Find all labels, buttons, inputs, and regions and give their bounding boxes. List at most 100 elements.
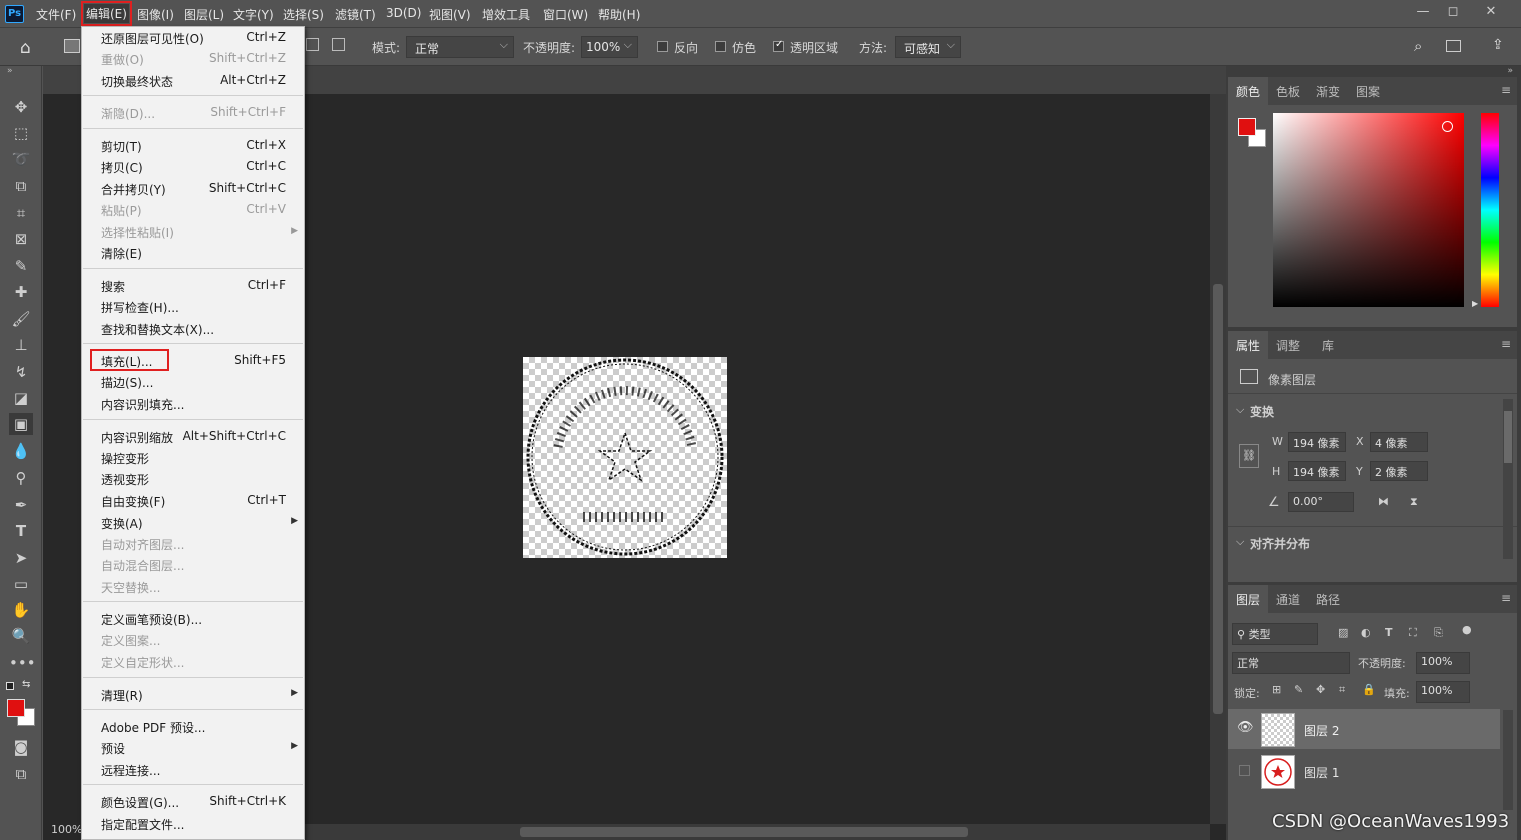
menu-filter[interactable]: 滤镜(T) [335, 6, 376, 23]
menu-item-search[interactable]: 搜索 [101, 278, 125, 295]
menu-item-define-brush[interactable]: 定义画笔预设(B)... [101, 611, 202, 628]
layers-scrollbar[interactable] [1503, 710, 1513, 810]
menu-edit[interactable]: 编辑(E) [81, 1, 132, 26]
menu-item-clear[interactable]: 清除(E) [101, 245, 142, 262]
tab-patterns[interactable]: 图案 [1348, 77, 1388, 105]
menu-item-define-shape[interactable]: 定义自定形状... [101, 654, 184, 671]
filter-adjustment-icon[interactable]: ◐ [1361, 626, 1371, 639]
menu-item-define-pattern[interactable]: 定义图案... [101, 632, 160, 649]
foreground-color-swatch[interactable] [7, 699, 25, 717]
menu-item-undo[interactable]: 还原图层可见性(O) [101, 30, 204, 47]
eye-icon[interactable]: 👁 [1237, 720, 1254, 735]
pen-tool-icon[interactable]: ✒ [9, 494, 33, 516]
object-select-tool-icon[interactable]: ⧉ [9, 175, 33, 197]
zoom-tool-icon[interactable]: 🔍 [9, 625, 33, 647]
menu-item-remote-connections[interactable]: 远程连接... [101, 762, 160, 779]
layer-row[interactable]: 👁 图层 2 [1228, 709, 1500, 749]
close-icon[interactable]: ✕ [1476, 4, 1506, 22]
canvas[interactable] [523, 357, 727, 558]
panel-menu-icon[interactable]: ≡ [1501, 337, 1511, 351]
menu-item-stroke[interactable]: 描边(S)... [101, 374, 153, 391]
y-field[interactable]: 2 像素 [1370, 461, 1428, 481]
menu-item-auto-blend[interactable]: 自动混合图层... [101, 557, 184, 574]
color-picker-handle[interactable] [1442, 121, 1453, 132]
filter-shape-icon[interactable]: ⛶ [1409, 626, 1417, 640]
menu-item-cut[interactable]: 剪切(T) [101, 138, 142, 155]
blur-tool-icon[interactable]: 💧 [9, 440, 33, 462]
workspace-icon[interactable] [1446, 40, 1461, 52]
tab-layers[interactable]: 图层 [1228, 585, 1269, 613]
filter-type-icon[interactable]: T [1385, 626, 1393, 639]
visibility-toggle[interactable] [1239, 765, 1250, 776]
menu-item-free-transform[interactable]: 自由变换(F) [101, 493, 165, 510]
flip-vertical-icon[interactable]: ⧗ [1410, 495, 1418, 509]
collapse-icon[interactable]: » [1507, 66, 1513, 76]
type-tool-icon[interactable]: T [9, 520, 33, 542]
blend-mode-select[interactable]: 正常 [1232, 652, 1350, 674]
foreground-color-chip[interactable] [1238, 118, 1256, 136]
menu-window[interactable]: 窗口(W) [543, 6, 588, 23]
menu-item-perspective-warp[interactable]: 透视变形 [101, 471, 149, 488]
menu-item-assign-profile[interactable]: 指定配置文件... [101, 816, 184, 833]
menu-item-auto-align[interactable]: 自动对齐图层... [101, 536, 184, 553]
minimize-icon[interactable]: — [1408, 4, 1438, 22]
gradient-style-icon[interactable] [332, 38, 345, 51]
layer-name[interactable]: 图层 2 [1304, 722, 1339, 739]
menu-layer[interactable]: 图层(L) [184, 6, 224, 23]
opacity-field[interactable]: 100% [581, 36, 638, 58]
tab-libraries[interactable]: 库 [1314, 331, 1342, 359]
flip-horizontal-icon[interactable]: ⧓ [1378, 495, 1389, 508]
hue-slider-handle[interactable]: ▶ [1472, 299, 1478, 308]
menu-image[interactable]: 图像(I) [137, 6, 174, 23]
panel-menu-icon[interactable]: ≡ [1501, 591, 1511, 605]
quick-mask-icon[interactable]: ◙ [9, 736, 33, 758]
tab-color[interactable]: 颜色 [1228, 77, 1269, 105]
vertical-scroll-thumb[interactable] [1213, 284, 1223, 714]
marquee-tool-icon[interactable]: ⬚ [9, 122, 33, 144]
menu-item-sky-replacement[interactable]: 天空替换... [101, 579, 160, 596]
eyedropper-tool-icon[interactable]: ✎ [9, 255, 33, 277]
history-brush-tool-icon[interactable]: ↯ [9, 361, 33, 383]
menu-item-color-settings[interactable]: 颜色设置(G)... [101, 794, 179, 811]
search-icon[interactable]: ⌕ [1414, 37, 1422, 55]
gradient-tool-icon[interactable]: ▣ [9, 413, 33, 435]
horizontal-scrollbar[interactable] [305, 824, 1210, 840]
tab-paths[interactable]: 路径 [1308, 585, 1348, 613]
horizontal-scroll-thumb[interactable] [520, 827, 968, 837]
menu-type[interactable]: 文字(Y) [233, 6, 274, 23]
saturation-brightness-field[interactable] [1273, 113, 1464, 307]
properties-scroll-thumb[interactable] [1504, 411, 1512, 463]
menu-file[interactable]: 文件(F) [36, 6, 76, 23]
layer-name[interactable]: 图层 1 [1304, 764, 1339, 781]
menu-item-paste[interactable]: 粘贴(P) [101, 202, 142, 219]
x-field[interactable]: 4 像素 [1370, 432, 1428, 452]
menu-item-spell-check[interactable]: 拼写检查(H)... [101, 299, 179, 316]
menu-view[interactable]: 视图(V) [429, 6, 471, 23]
menu-item-toggle-last-state[interactable]: 切换最终状态 [101, 73, 173, 90]
transparency-checkbox[interactable] [773, 39, 784, 52]
lock-all-icon[interactable]: 🔒 [1362, 683, 1376, 696]
frame-tool-icon[interactable]: ⊠ [9, 228, 33, 250]
menu-item-copy[interactable]: 拷贝(C) [101, 159, 143, 176]
home-icon[interactable]: ⌂ [20, 38, 31, 58]
lasso-tool-icon[interactable]: ➰ [9, 148, 33, 170]
link-icon[interactable]: ⛓ [1239, 444, 1259, 468]
stamp-tool-icon[interactable]: ⊥ [9, 334, 33, 356]
chevron-down-icon[interactable]: ⌵ [1236, 535, 1244, 549]
layer-row[interactable]: 图层 1 [1228, 751, 1500, 791]
dodge-tool-icon[interactable]: ⚲ [9, 467, 33, 489]
width-field[interactable]: 194 像素 [1288, 432, 1346, 452]
dither-checkbox[interactable] [715, 41, 726, 52]
menu-3d[interactable]: 3D(D) [386, 6, 421, 20]
lock-artboard-icon[interactable]: ⌗ [1339, 683, 1345, 697]
healing-brush-tool-icon[interactable]: ✚ [9, 281, 33, 303]
share-icon[interactable]: ⇪ [1492, 37, 1504, 53]
vertical-scrollbar[interactable] [1210, 94, 1226, 824]
gradient-preset-icon[interactable] [64, 39, 80, 53]
menu-help[interactable]: 帮助(H) [598, 6, 640, 23]
tab-swatches[interactable]: 色板 [1268, 77, 1308, 105]
chevron-down-icon[interactable]: ⌵ [1236, 403, 1244, 417]
crop-tool-icon[interactable]: ⌗ [9, 202, 33, 224]
reverse-checkbox[interactable] [657, 41, 668, 52]
hue-slider[interactable] [1481, 113, 1499, 307]
